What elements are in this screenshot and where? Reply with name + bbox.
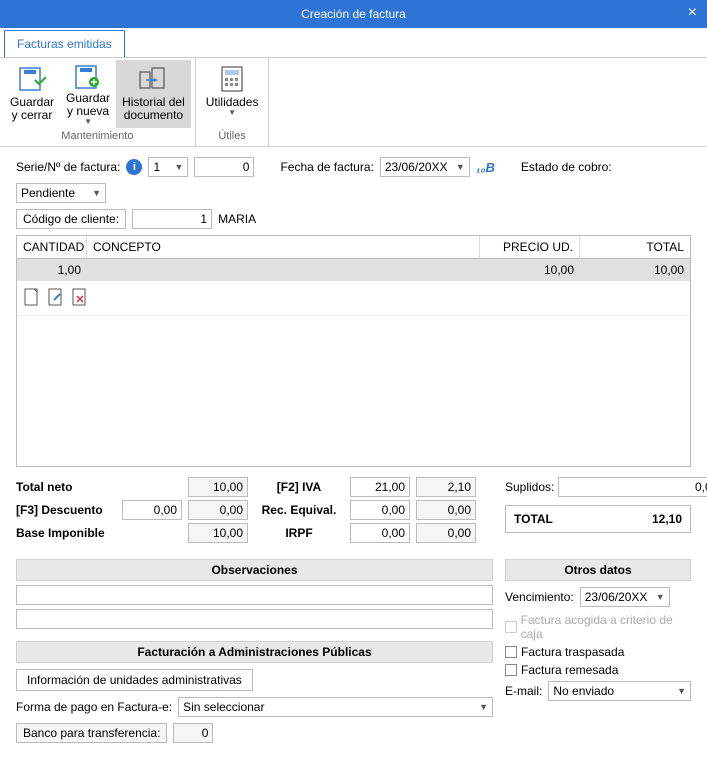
invoice-number-input[interactable] — [194, 157, 254, 177]
history-label: Historial del documento — [122, 96, 185, 122]
edit-line-button[interactable] — [47, 287, 65, 309]
ribbon-group-label-util: Útiles — [218, 128, 246, 146]
obs-header: Observaciones — [16, 559, 493, 581]
rec-label: Rec. Equival. — [254, 503, 344, 517]
banco-value — [173, 723, 213, 743]
save-new-label: Guardar y nueva — [66, 92, 110, 118]
cell-concepto — [87, 259, 480, 281]
otros-header: Otros datos — [505, 559, 691, 581]
window-title: Creación de factura — [301, 7, 406, 21]
venc-dropdown[interactable]: 23/06/20XX▼ — [580, 587, 670, 607]
line-items-table: CANTIDAD CONCEPTO PRECIO UD. TOTAL 1,00 … — [16, 235, 691, 467]
ribbon-group-mantenimiento: Guardar y cerrar Guardar y nueva ▼ Histo… — [0, 58, 196, 146]
chk-remesada[interactable] — [505, 664, 517, 676]
col-precio: PRECIO UD. — [480, 236, 580, 258]
chk-traspasada[interactable] — [505, 646, 517, 658]
col-total: TOTAL — [580, 236, 690, 258]
total-box: TOTAL 12,10 — [505, 505, 691, 533]
neto-value — [188, 477, 248, 497]
neto-label: Total neto — [16, 480, 116, 494]
save-new-icon — [74, 64, 102, 90]
cell-total: 10,00 — [580, 259, 690, 281]
table-row[interactable]: 1,00 10,00 10,00 — [17, 259, 690, 281]
col-cantidad: CANTIDAD — [17, 236, 87, 258]
total-value: 12,10 — [652, 512, 682, 526]
utilities-button[interactable]: Utilidades ▼ — [200, 60, 265, 128]
cell-cantidad: 1,00 — [17, 259, 87, 281]
serie-dropdown[interactable]: 1▼ — [148, 157, 188, 177]
chk-caja — [505, 621, 517, 633]
cell-precio: 10,00 — [480, 259, 580, 281]
chevron-down-icon: ▼ — [228, 109, 236, 118]
rec-pct[interactable] — [350, 500, 410, 520]
brand-icon: ₁₀B — [476, 160, 495, 175]
table-body-empty — [17, 316, 690, 466]
ribbon: Guardar y cerrar Guardar y nueva ▼ Histo… — [0, 58, 707, 147]
desc-pct[interactable] — [122, 500, 182, 520]
serie-label: Serie/Nº de factura: — [16, 160, 120, 174]
client-name: MARIA — [218, 212, 256, 226]
desc-value — [188, 500, 248, 520]
col-concepto: CONCEPTO — [87, 236, 480, 258]
client-code-box: Código de cliente: — [16, 209, 126, 229]
info-icon[interactable]: i — [126, 159, 142, 175]
irpf-value — [416, 523, 476, 543]
cod-cliente-label: Código de cliente: — [17, 212, 125, 226]
save-close-label: Guardar y cerrar — [10, 96, 54, 122]
banco-label: Banco para transferencia: — [16, 723, 167, 743]
irpf-pct[interactable] — [350, 523, 410, 543]
email-label: E-mail: — [505, 684, 542, 698]
iva-value — [416, 477, 476, 497]
estado-dropdown[interactable]: Pendiente▼ — [16, 183, 106, 203]
forma-pago-label: Forma de pago en Factura-e: — [16, 700, 172, 714]
suplidos-input[interactable] — [558, 477, 707, 497]
history-button[interactable]: Historial del documento — [116, 60, 191, 128]
client-code-input[interactable] — [132, 209, 212, 229]
desc-label: [F3] Descuento — [16, 503, 116, 517]
fecha-dropdown[interactable]: 23/06/20XX▼ — [380, 157, 470, 177]
save-close-icon — [18, 64, 46, 94]
fecha-label: Fecha de factura: — [280, 160, 373, 174]
estado-label: Estado de cobro: — [521, 160, 612, 174]
suplidos-label: Suplidos: — [505, 480, 554, 494]
chk-remesada-label: Factura remesada — [521, 663, 618, 677]
title-bar: Creación de factura × — [0, 0, 707, 28]
delete-line-button[interactable] — [71, 287, 89, 309]
tab-facturas-emitidas[interactable]: Facturas emitidas — [4, 30, 125, 57]
obs-input-1[interactable] — [16, 585, 493, 605]
chevron-down-icon: ▼ — [84, 118, 92, 127]
obs-input-2[interactable] — [16, 609, 493, 629]
ribbon-group-label-maint: Mantenimiento — [61, 128, 133, 146]
new-line-button[interactable] — [23, 287, 41, 309]
forma-pago-dropdown[interactable]: Sin seleccionar▼ — [178, 697, 493, 717]
close-icon[interactable]: × — [688, 4, 697, 22]
email-dropdown[interactable]: No enviado▼ — [548, 681, 691, 701]
ribbon-group-utiles: Utilidades ▼ Útiles — [196, 58, 270, 146]
venc-label: Vencimiento: — [505, 590, 574, 604]
history-icon — [138, 64, 168, 94]
base-label: Base Imponible — [16, 526, 116, 540]
save-new-button[interactable]: Guardar y nueva ▼ — [60, 60, 116, 128]
iva-pct[interactable] — [350, 477, 410, 497]
irpf-label: IRPF — [254, 526, 344, 540]
chk-caja-label: Factura acogida a criterio de caja — [521, 613, 691, 641]
iva-label: [F2] IVA — [254, 480, 344, 494]
tab-strip: Facturas emitidas — [0, 28, 707, 58]
fap-header: Facturación a Administraciones Públicas — [16, 641, 493, 663]
rec-value — [416, 500, 476, 520]
base-value — [188, 523, 248, 543]
save-close-button[interactable]: Guardar y cerrar — [4, 60, 60, 128]
info-unidades-button[interactable]: Información de unidades administrativas — [16, 669, 253, 691]
chk-traspasada-label: Factura traspasada — [521, 645, 624, 659]
calculator-icon — [221, 64, 243, 94]
total-label: TOTAL — [514, 512, 553, 526]
